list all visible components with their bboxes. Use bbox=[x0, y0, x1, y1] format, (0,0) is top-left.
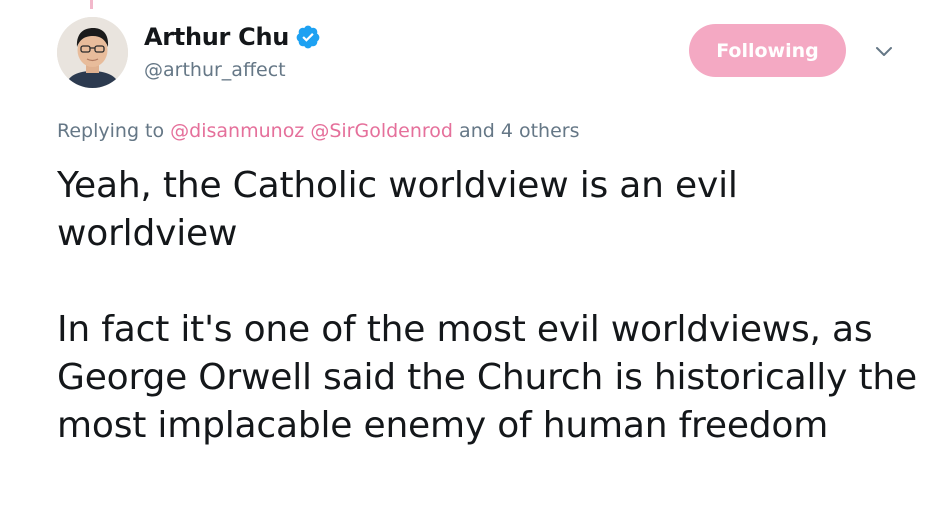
author-display-name[interactable]: Arthur Chu bbox=[144, 23, 289, 51]
user-avatar-icon bbox=[57, 17, 128, 88]
mention-link[interactable]: @disanmunoz bbox=[170, 120, 304, 142]
replying-to-line: Replying to @disanmunoz @SirGoldenrod an… bbox=[57, 120, 579, 142]
following-button[interactable]: Following bbox=[689, 24, 846, 77]
author-name-row: Arthur Chu bbox=[144, 20, 321, 54]
replying-to-label: Replying to bbox=[57, 120, 165, 142]
verified-badge-icon bbox=[295, 24, 321, 50]
avatar[interactable] bbox=[57, 17, 128, 88]
tweet-paragraph: Yeah, the Catholic worldview is an evil … bbox=[57, 165, 738, 254]
author-handle[interactable]: @arthur_affect bbox=[144, 59, 286, 81]
thread-connector-line bbox=[90, 0, 93, 9]
tweet-paragraph: In fact it's one of the most evil worldv… bbox=[57, 309, 917, 446]
chevron-down-icon[interactable] bbox=[873, 44, 895, 58]
tweet-body: Yeah, the Catholic worldview is an evil … bbox=[57, 162, 917, 450]
mention-link[interactable]: @SirGoldenrod bbox=[310, 120, 453, 142]
others-count[interactable]: and 4 others bbox=[459, 120, 579, 142]
